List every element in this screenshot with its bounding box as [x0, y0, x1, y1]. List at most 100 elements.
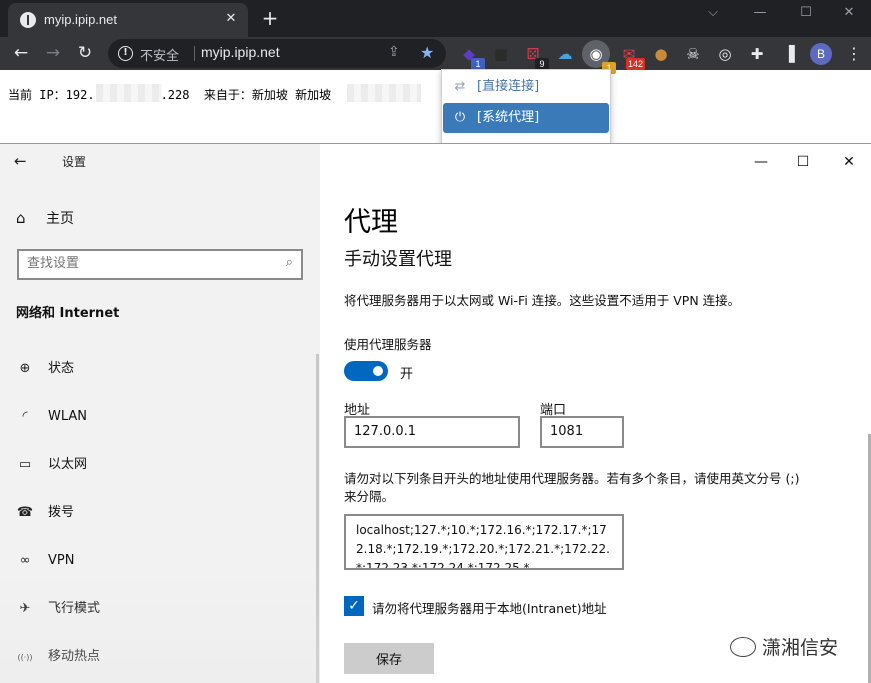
ip-info-line: 当前 IP：192. .228 来自于：新加坡 新加坡 [8, 86, 331, 103]
swap-arrows-icon: ⇄ [454, 79, 466, 94]
insecure-label[interactable]: 不安全 [140, 45, 179, 64]
sidebar-item-label: 状态 [48, 361, 75, 376]
puzzle-ext-icon-glyph: ✚ [750, 45, 764, 63]
sidebar-item-status[interactable]: ⊕ 状态 [16, 358, 74, 380]
section-heading: 网络和 Internet [16, 306, 120, 321]
ethernet-icon: ▭ [18, 457, 32, 472]
home-nav-item[interactable]: ⌂ 主页 [16, 208, 74, 228]
power-icon: ⏻ [454, 110, 466, 125]
sidepanel-icon-glyph: ▐ [783, 45, 795, 63]
extension-badge: 142 [625, 58, 645, 70]
tab-close-icon[interactable]: ✕ [222, 10, 240, 28]
glasses-ext-icon-glyph: ◎ [718, 45, 732, 63]
proxy-description: 将代理服务器用于以太网或 Wi-Fi 连接。这些设置不适用于 VPN 连接。 [344, 293, 741, 308]
search-input[interactable] [27, 256, 267, 271]
proxy-ext-icon[interactable]: ◉ 1 [582, 40, 616, 74]
tab-title: myip.ipip.net [44, 12, 117, 27]
cookie-ext-icon[interactable]: ● [651, 44, 671, 64]
sidebar-item-mobile-hotspot[interactable]: ((·)) 移动热点 [16, 646, 100, 668]
page-subtitle: 手动设置代理 [344, 249, 452, 270]
sidebar-item-dialup[interactable]: ☎ 拨号 [16, 502, 74, 524]
page-title: 代理 [344, 207, 398, 238]
address-input[interactable] [354, 424, 509, 439]
redacted-block [347, 84, 421, 102]
purple-ext-icon[interactable]: ◆ 1 [459, 44, 485, 70]
new-tab-button[interactable]: + [258, 6, 282, 30]
minimize-button[interactable]: — [737, 0, 783, 30]
bypass-local-label[interactable]: 请勿将代理服务器用于本地(Intranet)地址 [372, 598, 607, 617]
dark-square-ext-icon-glyph: ■ [493, 45, 509, 63]
site-favicon-icon [20, 12, 36, 28]
address-bar[interactable]: ! 不安全 myip.ipip.net ⇪ ★ [108, 39, 446, 68]
watermark: 潇湘信安 [730, 633, 838, 660]
cloud-ext-icon[interactable]: ☁ [555, 44, 575, 64]
back-button[interactable]: ← [9, 42, 33, 66]
profile-avatar[interactable]: B [810, 43, 832, 65]
settings-sidebar: ← 设置 ⌂ 主页 ⌕ 网络和 Internet ⊕ 状态 ◜ WLAN ▭ 以太网 ☎ 拨号 ∞… [0, 144, 320, 683]
mail-ext-icon[interactable]: ✉ 142 [619, 44, 645, 70]
ip-suffix: .228 来自于：新加坡 新加坡 [160, 88, 332, 102]
mobile-hotspot-icon: ((·)) [17, 653, 33, 662]
dark-square-ext-icon[interactable]: ■ [491, 44, 511, 64]
settings-search-box[interactable]: ⌕ [17, 249, 303, 280]
exceptions-textarea[interactable]: localhost;127.*;10.*;172.16.*;172.17.*;1… [344, 514, 624, 570]
browser-menu-icon[interactable]: ⋮ [846, 43, 862, 65]
ninja-ext-icon-glyph: ☠ [686, 45, 700, 63]
option-label: [直接连接] [477, 79, 540, 94]
search-icon[interactable]: ⌕ [286, 255, 293, 270]
sidebar-item-vpn[interactable]: ∞ VPN [16, 550, 75, 572]
sidebar-item-label: WLAN [48, 409, 88, 424]
proxy-settings-panel: 代理 手动设置代理 将代理服务器用于以太网或 Wi-Fi 连接。这些设置不适用于… [320, 144, 871, 683]
save-button[interactable]: 保存 [344, 643, 434, 674]
redacted-block [96, 84, 162, 102]
system-proxy-option[interactable]: ⏻ [系统代理] [443, 103, 609, 133]
home-icon: ⌂ [16, 209, 26, 227]
exceptions-description: 请勿对以下列条目开头的地址使用代理服务器。若有多个条目，请使用英文分号 (;) … [344, 471, 800, 504]
use-proxy-toggle[interactable] [344, 361, 388, 381]
sidebar-item-label: 以太网 [48, 457, 88, 472]
sidebar-item-wlan[interactable]: ◜ WLAN [16, 406, 87, 428]
bookmark-star-icon[interactable]: ★ [420, 43, 434, 62]
option-label: [系统代理] [477, 110, 540, 125]
port-input[interactable] [550, 424, 622, 439]
proxy-switch-popup: ⇄ [直接连接] ⏻ [系统代理] [441, 69, 611, 144]
ninja-ext-icon[interactable]: ☠ [683, 44, 703, 64]
address-field[interactable] [344, 416, 520, 448]
back-arrow-icon[interactable]: ← [14, 152, 27, 170]
vpn-icon: ∞ [19, 553, 31, 568]
browser-tab[interactable]: myip.ipip.net ✕ [8, 3, 248, 37]
sidebar-item-ethernet[interactable]: ▭ 以太网 [16, 454, 87, 476]
wlan-icon: ◜ [22, 409, 28, 424]
sidebar-item-label: 拨号 [48, 505, 75, 520]
bypass-local-checkbox[interactable]: ✓ [344, 596, 364, 616]
browser-titlebar: myip.ipip.net ✕ + ⌵ — ☐ ✕ [0, 0, 871, 37]
sidepanel-icon[interactable]: ▐ [779, 44, 799, 64]
warning-icon[interactable]: ! [118, 46, 133, 61]
sidebar-item-label: 移动热点 [48, 649, 101, 664]
close-window-button[interactable]: ✕ [826, 0, 871, 30]
settings-window: ← 设置 ⌂ 主页 ⌕ 网络和 Internet ⊕ 状态 ◜ WLAN ▭ 以太网 ☎ 拨号 ∞… [0, 143, 871, 683]
sidebar-item-airplane-mode[interactable]: ✈ 飞行模式 [16, 598, 100, 620]
wechat-icon [730, 637, 756, 657]
sidebar-scrollbar[interactable] [316, 354, 319, 683]
red-dice-ext-icon[interactable]: ⚄ 9 [523, 44, 549, 70]
glasses-ext-icon[interactable]: ◎ [715, 44, 735, 64]
url-text[interactable]: myip.ipip.net [201, 44, 280, 60]
status-icon: ⊕ [19, 361, 31, 376]
home-label: 主页 [46, 211, 74, 227]
omnibox-divider [194, 46, 195, 61]
puzzle-ext-icon[interactable]: ✚ [747, 44, 767, 64]
sidebar-item-label: 飞行模式 [48, 601, 101, 616]
app-title: 设置 [62, 155, 87, 169]
forward-button[interactable]: → [41, 42, 65, 66]
port-field[interactable] [540, 416, 624, 448]
use-proxy-label: 使用代理服务器 [344, 337, 432, 352]
dialup-icon: ☎ [16, 505, 34, 520]
tab-search-icon[interactable]: ⌵ [690, 0, 736, 30]
maximize-button[interactable]: ☐ [783, 0, 829, 30]
browser-toolbar: ← → ↻ ! 不安全 myip.ipip.net ⇪ ★ ◆ 1 ■ ⚄ 9 ☁ ◉ 1 ✉ 1… [0, 37, 871, 74]
direct-connection-option[interactable]: ⇄ [直接连接] [443, 72, 609, 102]
reload-button[interactable]: ↻ [73, 42, 97, 66]
sidebar-item-label: VPN [48, 553, 75, 568]
share-icon[interactable]: ⇪ [388, 44, 400, 60]
